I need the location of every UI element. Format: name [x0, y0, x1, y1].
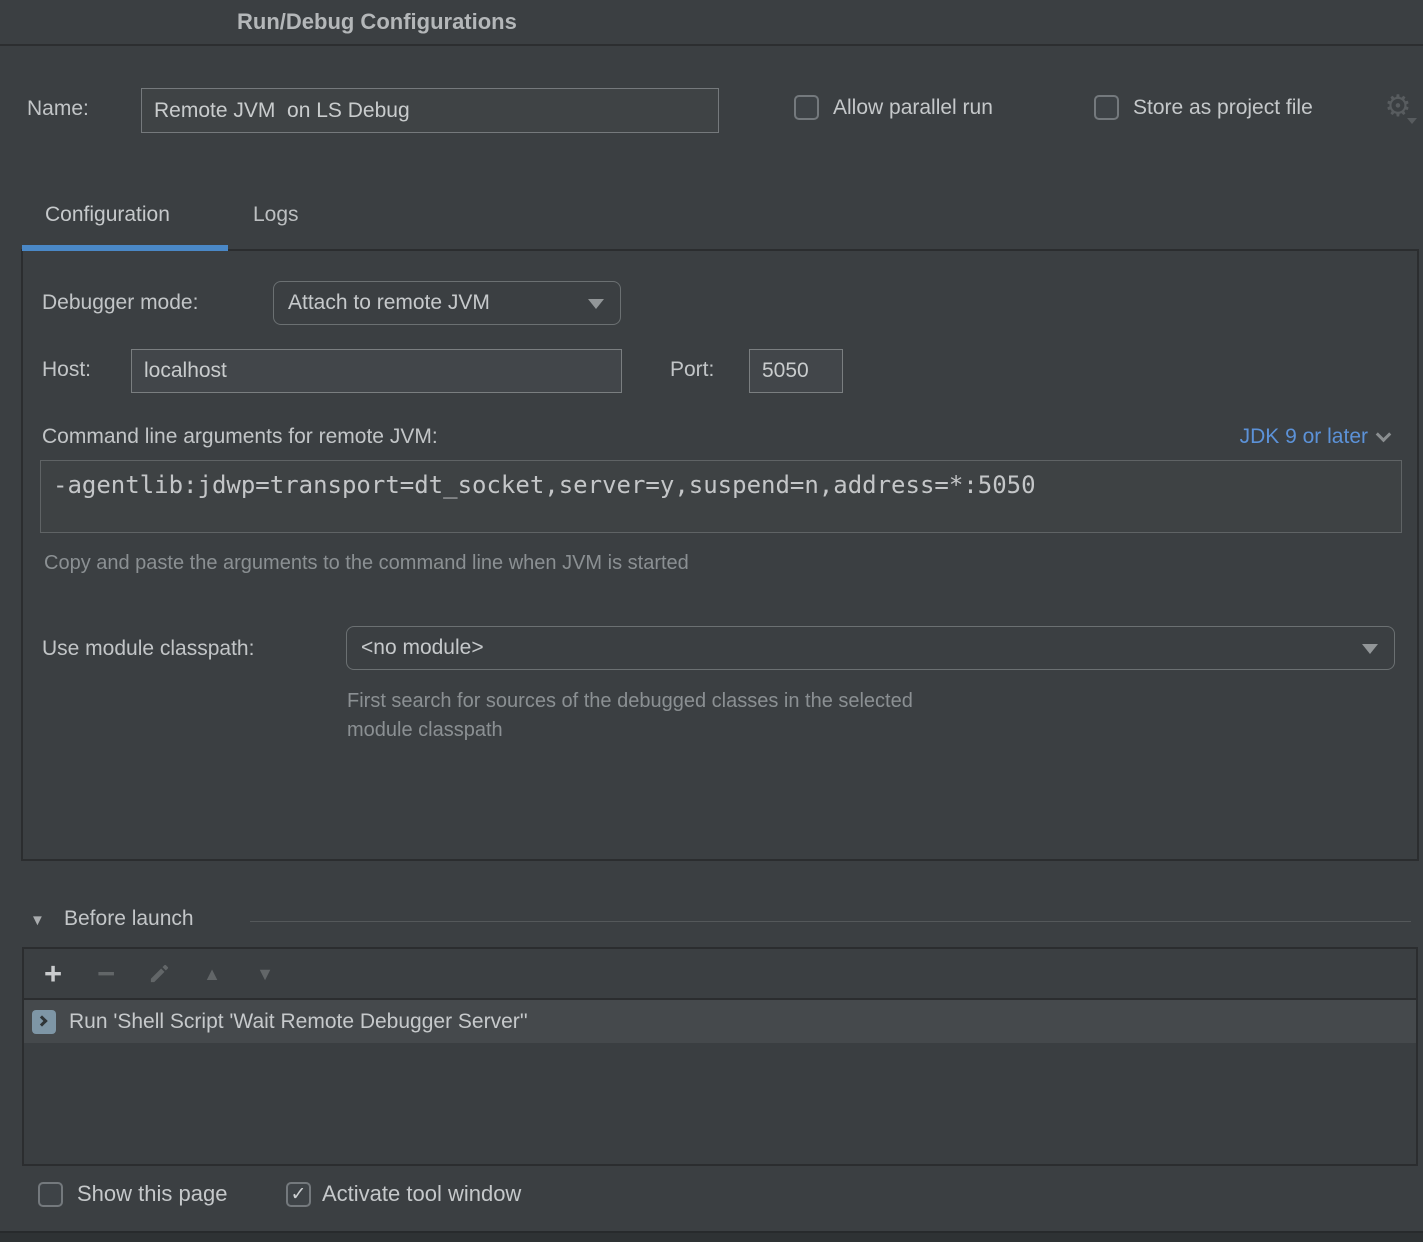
- task-row-label: Run 'Shell Script 'Wait Remote Debugger …: [69, 1010, 528, 1034]
- before-launch-title: Before launch: [64, 907, 194, 931]
- pencil-icon: [148, 962, 171, 985]
- add-task-button[interactable]: +: [40, 958, 66, 989]
- move-down-button[interactable]: ▼: [252, 965, 278, 983]
- store-as-project-file-checkbox-group[interactable]: Store as project file: [1094, 95, 1313, 120]
- store-as-project-file-label: Store as project file: [1133, 96, 1313, 120]
- chevron-down-icon: [1362, 644, 1378, 654]
- port-label: Port:: [670, 358, 714, 382]
- chevron-right-icon: [36, 1015, 47, 1026]
- debugger-mode-label: Debugger mode:: [42, 291, 198, 315]
- show-this-page-checkbox[interactable]: [38, 1182, 63, 1207]
- checkmark-icon: ✓: [291, 1183, 307, 1206]
- show-this-page-label: Show this page: [77, 1181, 227, 1207]
- jdk-version-value: JDK 9 or later: [1240, 425, 1368, 449]
- active-tab-underline: [22, 245, 228, 251]
- activate-tool-window-checkbox[interactable]: ✓: [286, 1182, 311, 1207]
- command-line-label: Command line arguments for remote JVM:: [42, 425, 438, 449]
- show-this-page-checkbox-group[interactable]: Show this page: [38, 1181, 227, 1207]
- before-launch-collapse-icon[interactable]: ▼: [30, 912, 45, 929]
- remove-task-button[interactable]: −: [93, 958, 119, 989]
- jdk-version-selector[interactable]: JDK 9 or later: [1240, 425, 1389, 449]
- gear-caret-icon: [1407, 118, 1417, 124]
- move-up-button[interactable]: ▲: [199, 965, 225, 983]
- name-label: Name:: [27, 97, 89, 121]
- chevron-down-icon: [588, 299, 604, 309]
- command-line-arguments-input[interactable]: -agentlib:jdwp=transport=dt_socket,serve…: [40, 460, 1402, 533]
- before-launch-separator: [250, 921, 1411, 922]
- before-launch-box: + − ▲ ▼ Run 'Shell Script 'Wait Remote D…: [22, 947, 1418, 1166]
- host-label: Host:: [42, 358, 91, 382]
- chevron-down-icon: [1376, 426, 1392, 442]
- activate-tool-window-label: Activate tool window: [322, 1181, 521, 1207]
- tab-configuration[interactable]: Configuration: [45, 203, 170, 227]
- command-line-hint: Copy and paste the arguments to the comm…: [44, 549, 689, 578]
- allow-parallel-run-checkbox-group[interactable]: Allow parallel run: [794, 95, 993, 120]
- dialog-footer-edge: [0, 1231, 1423, 1242]
- title-bar: Run/Debug Configurations: [0, 0, 1423, 46]
- task-row-run-shell-script[interactable]: Run 'Shell Script 'Wait Remote Debugger …: [24, 1000, 1416, 1043]
- host-input[interactable]: [131, 349, 622, 393]
- edit-task-button[interactable]: [146, 962, 172, 985]
- tab-logs[interactable]: Logs: [253, 203, 299, 227]
- name-input[interactable]: [141, 88, 719, 133]
- allow-parallel-run-checkbox[interactable]: [794, 95, 819, 120]
- before-launch-toolbar: + − ▲ ▼: [24, 949, 1416, 1000]
- activate-tool-window-checkbox-group[interactable]: ✓ Activate tool window: [286, 1181, 521, 1207]
- allow-parallel-run-label: Allow parallel run: [833, 96, 993, 120]
- use-module-classpath-label: Use module classpath:: [42, 637, 254, 661]
- gear-icon[interactable]: ⚙: [1381, 90, 1415, 126]
- run-shell-script-icon: [32, 1010, 56, 1034]
- before-launch-task-list: Run 'Shell Script 'Wait Remote Debugger …: [24, 1000, 1416, 1164]
- debugger-mode-value: Attach to remote JVM: [274, 291, 490, 315]
- configuration-panel: Debugger mode: Attach to remote JVM Host…: [21, 249, 1419, 861]
- store-as-project-file-checkbox[interactable]: [1094, 95, 1119, 120]
- dialog-title: Run/Debug Configurations: [237, 9, 517, 35]
- module-classpath-dropdown[interactable]: <no module>: [346, 626, 1395, 670]
- module-classpath-value: <no module>: [347, 636, 484, 660]
- module-classpath-hint: First search for sources of the debugged…: [347, 687, 1067, 745]
- port-input[interactable]: [749, 349, 843, 393]
- debugger-mode-dropdown[interactable]: Attach to remote JVM: [273, 281, 621, 325]
